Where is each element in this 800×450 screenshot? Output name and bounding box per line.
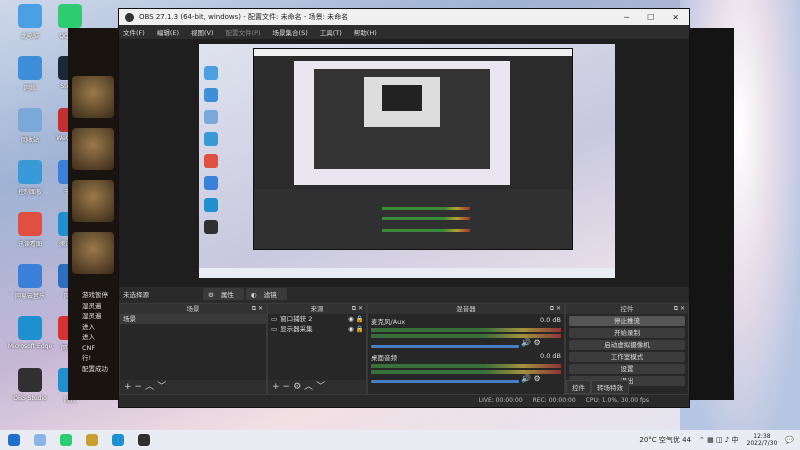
audio-meter: [371, 334, 561, 338]
volume-slider[interactable]: [371, 344, 519, 348]
controls-title: 控件: [620, 305, 634, 313]
nested-obs-window: [253, 48, 573, 250]
visibility-eye-icon[interactable]: ◉ 🔒: [348, 314, 366, 324]
scene-item[interactable]: 场景: [120, 314, 266, 324]
game-hero-tile[interactable]: [72, 76, 114, 118]
taskbar: 20°C 空气优 44 ⌃ ▦ ◫ ♪ 中 12:38 2022/7/30 💬: [0, 430, 800, 450]
audio-meter: [371, 369, 561, 374]
obs-preview[interactable]: [119, 39, 689, 287]
audio-meter: [371, 328, 561, 332]
sources-dock: 来源 ⧉ ✕ ▭ 窗口捕获 2 ◉ 🔒 ▭ 显示器采集 ◉ 🔒 +−⚙︿﹀: [267, 303, 367, 395]
properties-button[interactable]: ⚙ 属性: [203, 288, 244, 300]
notification-icon[interactable]: 💬: [785, 436, 794, 444]
obs-app-icon[interactable]: [138, 434, 150, 446]
weather-text[interactable]: 20°C 空气优 44: [639, 435, 691, 445]
app-icon: [18, 368, 42, 392]
game-window-edge: [690, 28, 734, 400]
tray-icons[interactable]: ⌃ ▦ ◫ ♪ 中: [699, 435, 738, 445]
mixer-dock: 混音器 ⧉ ✕ 麦克风/Aux 0.0 dB 🔊 ⚙ 桌面音频 0.0 dB 🔊 ⚙: [367, 303, 565, 395]
sources-toolbar[interactable]: +−⚙︿﹀: [268, 380, 366, 394]
nested-desktop-icons: [201, 58, 221, 242]
speaker-icon[interactable]: 🔊: [521, 374, 531, 383]
menu-profile[interactable]: 配置文件(P): [226, 27, 261, 37]
scene-toolbar: 未选择源 ⚙ 属性 ◐ 滤镜: [119, 287, 689, 301]
desktop-icon-label: 迅读看图: [17, 241, 42, 248]
start-recording-button[interactable]: 开始录制: [569, 328, 685, 338]
menu-help[interactable]: 帮助(H): [354, 27, 377, 37]
scenes-dock: 场景 ⧉ ✕ 场景 +−︿﹀: [119, 303, 267, 395]
app-icon: [18, 316, 42, 340]
app-icon: [18, 160, 42, 184]
app-icon: [18, 4, 42, 28]
obs-statusbar: LIVE: 00:00:00 REC: 00:00:00 CPU: 1.0%, …: [119, 395, 689, 407]
controls-dock: 控件⧉ ✕ 停止推流 开始录制 启动虚拟摄像机 工作室模式 设置 退出 控件 转…: [565, 303, 689, 395]
app-icon: [18, 264, 42, 288]
menu-view[interactable]: 视图(V): [191, 27, 214, 37]
filters-button[interactable]: ◐ 滤镜: [245, 288, 287, 300]
menu-file[interactable]: 文件(F): [123, 27, 145, 37]
game-hero-tile[interactable]: [72, 232, 114, 274]
studio-mode-button[interactable]: 工作室模式: [569, 352, 685, 362]
live-status: LIVE: 00:00:00: [478, 397, 523, 404]
mixer-title: 混音器: [456, 305, 476, 313]
desktop-icon-label: 网络: [23, 85, 36, 92]
audio-meter: [371, 363, 561, 368]
sources-title: 来源: [310, 305, 324, 313]
speaker-icon[interactable]: 🔊: [521, 338, 531, 347]
stop-streaming-button[interactable]: 停止推流: [569, 316, 685, 326]
game-app-icon[interactable]: [86, 434, 98, 446]
mixer-channel-mic: 麦克风/Aux 0.0 dB 🔊 ⚙: [371, 316, 561, 348]
cpu-status: CPU: 1.0%, 30.00 fps: [585, 397, 649, 404]
maximize-icon[interactable]: ☐: [647, 13, 654, 22]
edge-icon[interactable]: [112, 434, 124, 446]
app-icon: [18, 212, 42, 236]
volume-slider[interactable]: [371, 380, 519, 383]
start-icon[interactable]: [8, 434, 20, 446]
desktop-icon-label: 回收站: [20, 137, 39, 144]
menu-edit[interactable]: 编辑(E): [157, 27, 179, 37]
obs-window[interactable]: OBS 27.1.3 (64-bit, windows) - 配置文件: 未命名…: [118, 8, 690, 408]
game-hero-tile[interactable]: [72, 128, 114, 170]
desktop-icon-label: 控制面板: [17, 189, 42, 196]
search-icon[interactable]: [34, 434, 46, 446]
menu-tools[interactable]: 工具(T): [320, 27, 342, 37]
nested-taskbar: [199, 268, 615, 278]
menu-scene-collection[interactable]: 场景集合(S): [273, 27, 308, 37]
start-virtual-camera-button[interactable]: 启动虚拟摄像机: [569, 340, 685, 350]
rec-status: REC: 00:00:00: [532, 397, 576, 404]
obs-logo-icon: [125, 12, 134, 22]
app-icon: [18, 108, 42, 132]
clock[interactable]: 12:38 2022/7/30: [747, 433, 778, 447]
tab-controls[interactable]: 控件: [566, 380, 591, 394]
window-capture-icon: ▭: [271, 315, 278, 323]
visibility-eye-icon[interactable]: ◉ 🔒: [348, 324, 366, 334]
app-icon: [18, 56, 42, 80]
mixer-channel-desktop: 桌面音频 0.0 dB 🔊 ⚙: [371, 351, 561, 383]
tab-transitions[interactable]: 转场特效: [591, 380, 629, 394]
minimize-icon[interactable]: ─: [624, 13, 629, 22]
app-icon: [58, 4, 82, 28]
obs-titlebar[interactable]: OBS 27.1.3 (64-bit, windows) - 配置文件: 未命名…: [119, 9, 689, 25]
source-item[interactable]: ▭ 窗口捕获 2 ◉ 🔒: [268, 314, 366, 324]
gear-icon[interactable]: ⚙: [533, 374, 540, 383]
game-hero-tile[interactable]: [72, 180, 114, 222]
settings-button[interactable]: 设置: [569, 364, 685, 374]
scenes-title: 场景: [186, 305, 200, 313]
game-hero-tiles: [68, 66, 118, 284]
obs-menubar: 文件(F) 编辑(E) 视图(V) 配置文件(P) 场景集合(S) 工具(T) …: [119, 25, 689, 39]
desktop-icon-label: 此电脑: [20, 33, 39, 40]
source-item[interactable]: ▭ 显示器采集 ◉ 🔒: [268, 324, 366, 334]
monitor-icon: ▭: [271, 325, 278, 333]
selected-source-label: 未选择源: [123, 291, 149, 299]
obs-title: OBS 27.1.3 (64-bit, windows) - 配置文件: 未命名…: [139, 13, 349, 21]
app-icon[interactable]: [60, 434, 72, 446]
system-tray: 20°C 空气优 44 ⌃ ▦ ◫ ♪ 中 12:38 2022/7/30 💬: [639, 433, 800, 447]
close-icon[interactable]: ✕: [672, 13, 679, 22]
preview-nested-desktop: [199, 44, 615, 278]
scenes-toolbar[interactable]: +−︿﹀: [120, 380, 266, 394]
gear-icon[interactable]: ⚙: [533, 338, 540, 347]
